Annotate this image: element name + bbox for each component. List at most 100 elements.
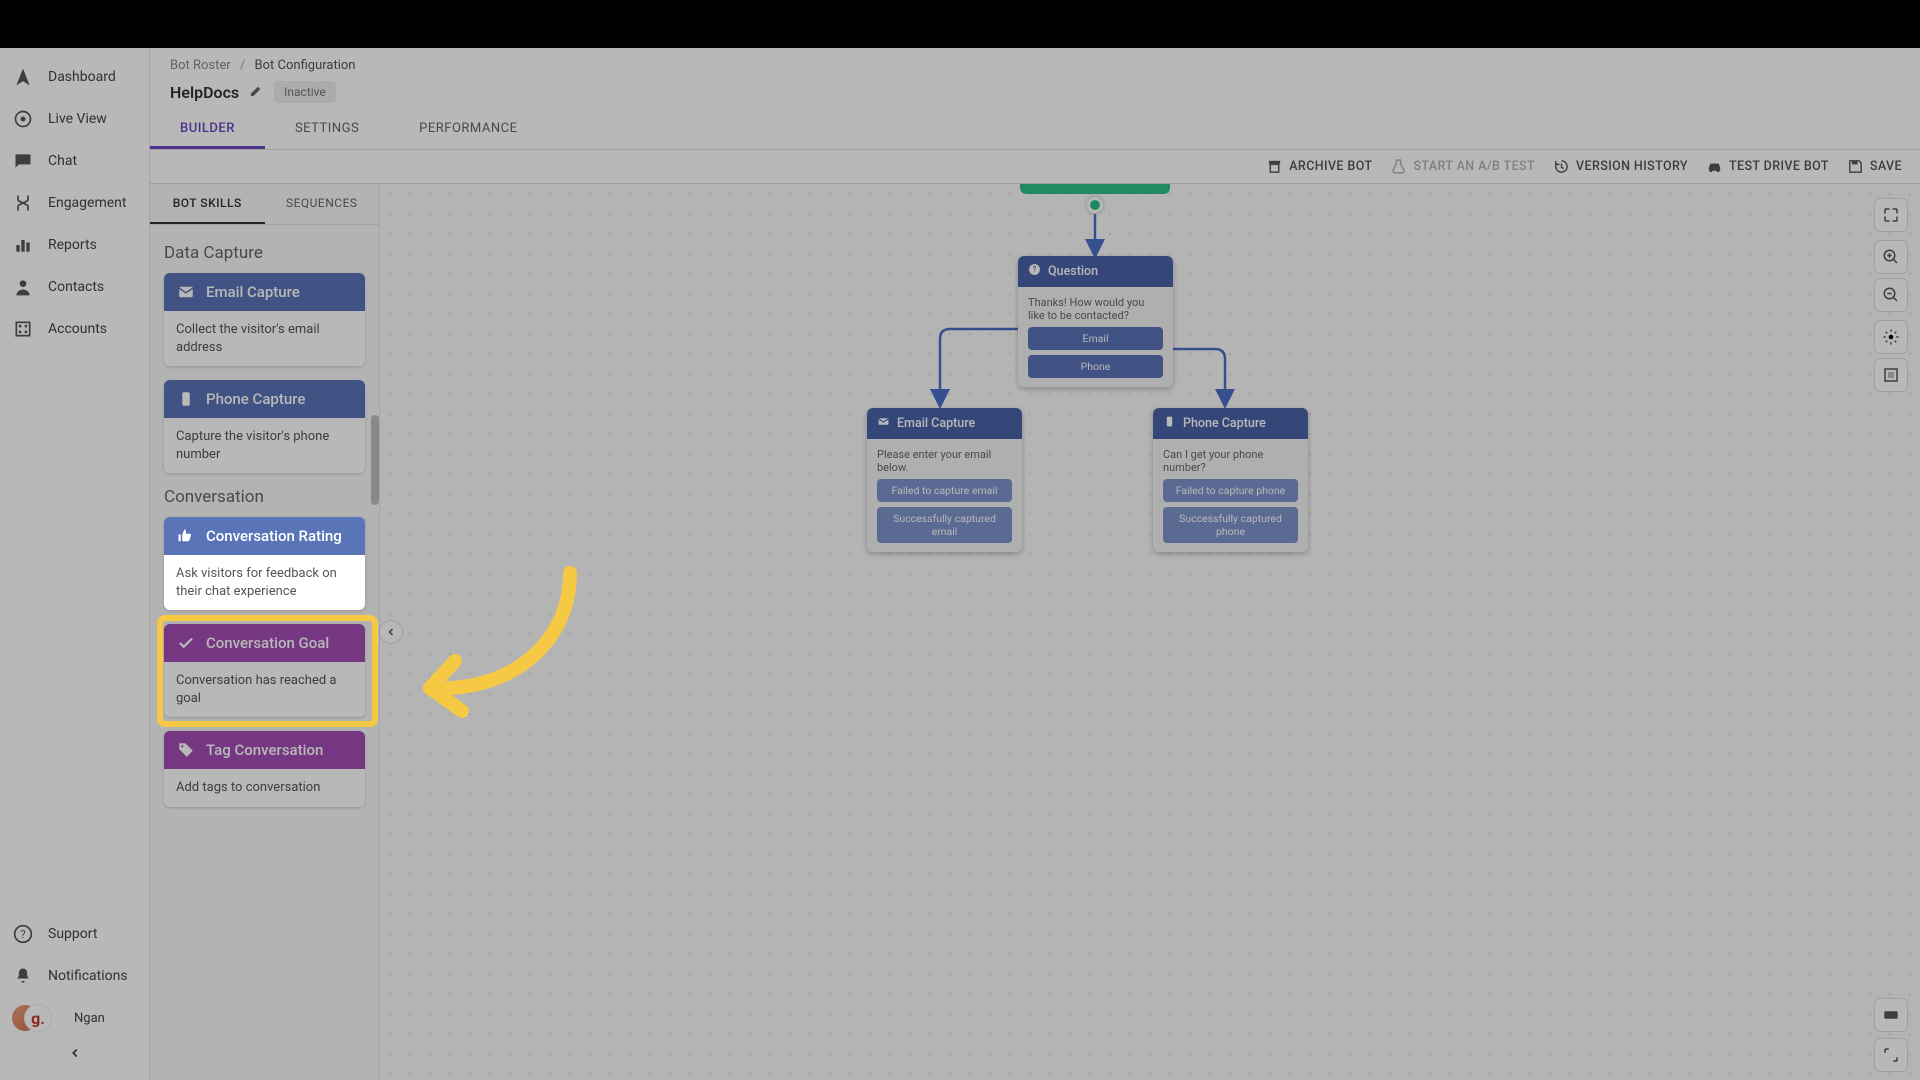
main-area: Bot Roster / Bot Configuration HelpDocs … <box>150 48 1920 1080</box>
node-option-fail[interactable]: Failed to capture phone <box>1163 479 1298 502</box>
g-badge: g. <box>24 1004 52 1032</box>
phone-icon <box>176 390 196 408</box>
skill-title: Tag Conversation <box>206 741 323 759</box>
node-option-phone[interactable]: Phone <box>1028 355 1163 378</box>
tab-sequences[interactable]: SEQUENCES <box>265 184 380 224</box>
sidebar-item-label: Accounts <box>48 321 107 337</box>
test-drive-button[interactable]: TEST DRIVE BOT <box>1706 158 1829 175</box>
bell-icon <box>12 965 34 987</box>
zoom-out-button[interactable] <box>1874 278 1908 312</box>
sidebar-collapse-button[interactable] <box>0 1039 149 1070</box>
sidebar-item-label: Engagement <box>48 195 126 211</box>
sidebar-item-contacts[interactable]: Contacts <box>0 266 149 308</box>
node-option-fail[interactable]: Failed to capture email <box>877 479 1012 502</box>
start-node-cap <box>1020 184 1170 194</box>
skill-conversation-goal[interactable]: Conversation Goal Conversation has reach… <box>164 624 365 717</box>
flask-icon <box>1390 158 1407 175</box>
tag-icon <box>176 741 196 759</box>
skill-title: Conversation Goal <box>206 634 329 652</box>
sidebar-item-label: Reports <box>48 237 97 253</box>
mail-icon <box>877 415 890 432</box>
save-icon <box>1847 158 1864 175</box>
node-question[interactable]: ? Question Thanks! How would you like to … <box>1018 256 1173 387</box>
user-profile[interactable]: g. Ngan <box>0 997 149 1039</box>
sidebar-item-label: Chat <box>48 153 77 169</box>
help-icon: ? <box>12 923 34 945</box>
pencil-icon[interactable] <box>249 83 264 102</box>
tab-bot-skills[interactable]: BOT SKILLS <box>150 184 265 224</box>
skill-conversation-rating[interactable]: Conversation Rating Ask visitors for fee… <box>164 517 365 610</box>
help-circle-icon: ? <box>1028 263 1041 280</box>
version-history-button[interactable]: VERSION HISTORY <box>1553 158 1688 175</box>
skills-scrollbar[interactable] <box>371 415 379 505</box>
status-badge: Inactive <box>274 81 336 103</box>
sidebar-item-label: Dashboard <box>48 69 116 85</box>
grid-toggle-button[interactable] <box>1874 358 1908 392</box>
skills-panel: BOT SKILLS SEQUENCES Data Capture Email … <box>150 184 380 1080</box>
start-connector-dot[interactable] <box>1087 197 1103 213</box>
keyboard-button[interactable] <box>1874 998 1908 1032</box>
sidebar-item-notifications[interactable]: Notifications <box>0 955 149 997</box>
skill-title: Conversation Rating <box>206 527 342 545</box>
tab-performance[interactable]: PERFORMANCE <box>389 111 547 149</box>
chat-icon <box>12 150 34 172</box>
skill-phone-capture[interactable]: Phone Capture Capture the visitor's phon… <box>164 380 365 473</box>
node-option-email[interactable]: Email <box>1028 327 1163 350</box>
sidebar-item-live-view[interactable]: Live View <box>0 98 149 140</box>
sidebar-item-chat[interactable]: Chat <box>0 140 149 182</box>
skill-desc: Ask visitors for feedback on their chat … <box>164 555 365 610</box>
flow-canvas[interactable]: ? Question Thanks! How would you like to … <box>380 184 1920 1080</box>
bar-chart-icon <box>12 234 34 256</box>
building-icon <box>12 318 34 340</box>
sidebar-item-dashboard[interactable]: Dashboard <box>0 56 149 98</box>
expand-button[interactable] <box>1874 1038 1908 1072</box>
toolbar-label: SAVE <box>1870 159 1902 174</box>
ab-test-button[interactable]: START AN A/B TEST <box>1390 158 1535 175</box>
sidebar-item-label: Notifications <box>48 968 128 984</box>
toolbar-label: TEST DRIVE BOT <box>1729 159 1829 174</box>
sidebar-item-label: Live View <box>48 111 107 127</box>
sidebar-item-accounts[interactable]: Accounts <box>0 308 149 350</box>
breadcrumb: Bot Roster / Bot Configuration <box>150 48 1920 77</box>
skill-desc: Collect the visitor's email address <box>164 311 365 366</box>
car-icon <box>1706 158 1723 175</box>
zoom-in-button[interactable] <box>1874 240 1908 274</box>
sidebar-item-support[interactable]: ? Support <box>0 913 149 955</box>
tab-builder[interactable]: BUILDER <box>150 111 265 149</box>
node-phone-capture[interactable]: Phone Capture Can I get your phone numbe… <box>1153 408 1308 552</box>
user-name: Ngan <box>74 1011 105 1026</box>
phone-icon <box>1163 415 1176 432</box>
tab-settings[interactable]: SETTINGS <box>265 111 389 149</box>
archive-icon <box>1266 158 1283 175</box>
skill-desc: Conversation has reached a goal <box>164 662 365 717</box>
save-button[interactable]: SAVE <box>1847 158 1902 175</box>
toolbar-label: VERSION HISTORY <box>1576 159 1688 174</box>
node-email-capture[interactable]: Email Capture Please enter your email be… <box>867 408 1022 552</box>
skill-email-capture[interactable]: Email Capture Collect the visitor's emai… <box>164 273 365 366</box>
skill-title: Phone Capture <box>206 390 305 408</box>
panel-collapse-button[interactable] <box>379 620 403 644</box>
node-title: Question <box>1048 264 1098 279</box>
sidebar-item-reports[interactable]: Reports <box>0 224 149 266</box>
node-option-success[interactable]: Successfully captured email <box>877 507 1012 543</box>
main-tabs: BUILDER SETTINGS PERFORMANCE <box>150 111 1920 150</box>
fit-button[interactable] <box>1874 320 1908 354</box>
mail-icon <box>176 283 196 301</box>
breadcrumb-root[interactable]: Bot Roster <box>170 58 231 73</box>
archive-bot-button[interactable]: ARCHIVE BOT <box>1266 158 1372 175</box>
history-icon <box>1553 158 1570 175</box>
thumbs-icon <box>176 527 196 545</box>
node-body-text: Thanks! How would you like to be contact… <box>1028 296 1163 322</box>
sidebar-item-engagement[interactable]: Engagement <box>0 182 149 224</box>
node-body-text: Please enter your email below. <box>877 448 1012 474</box>
page-title: HelpDocs <box>170 83 239 102</box>
node-body-text: Can I get your phone number? <box>1163 448 1298 474</box>
person-icon <box>12 276 34 298</box>
skill-tag-conversation[interactable]: Tag Conversation Add tags to conversatio… <box>164 731 365 807</box>
skill-title: Email Capture <box>206 283 300 301</box>
node-option-success[interactable]: Successfully captured phone <box>1163 507 1298 543</box>
fullscreen-button[interactable] <box>1874 198 1908 232</box>
builder-toolbar: ARCHIVE BOT START AN A/B TEST VERSION HI… <box>150 150 1920 184</box>
skill-desc: Add tags to conversation <box>164 769 365 807</box>
logo-icon <box>12 66 34 88</box>
